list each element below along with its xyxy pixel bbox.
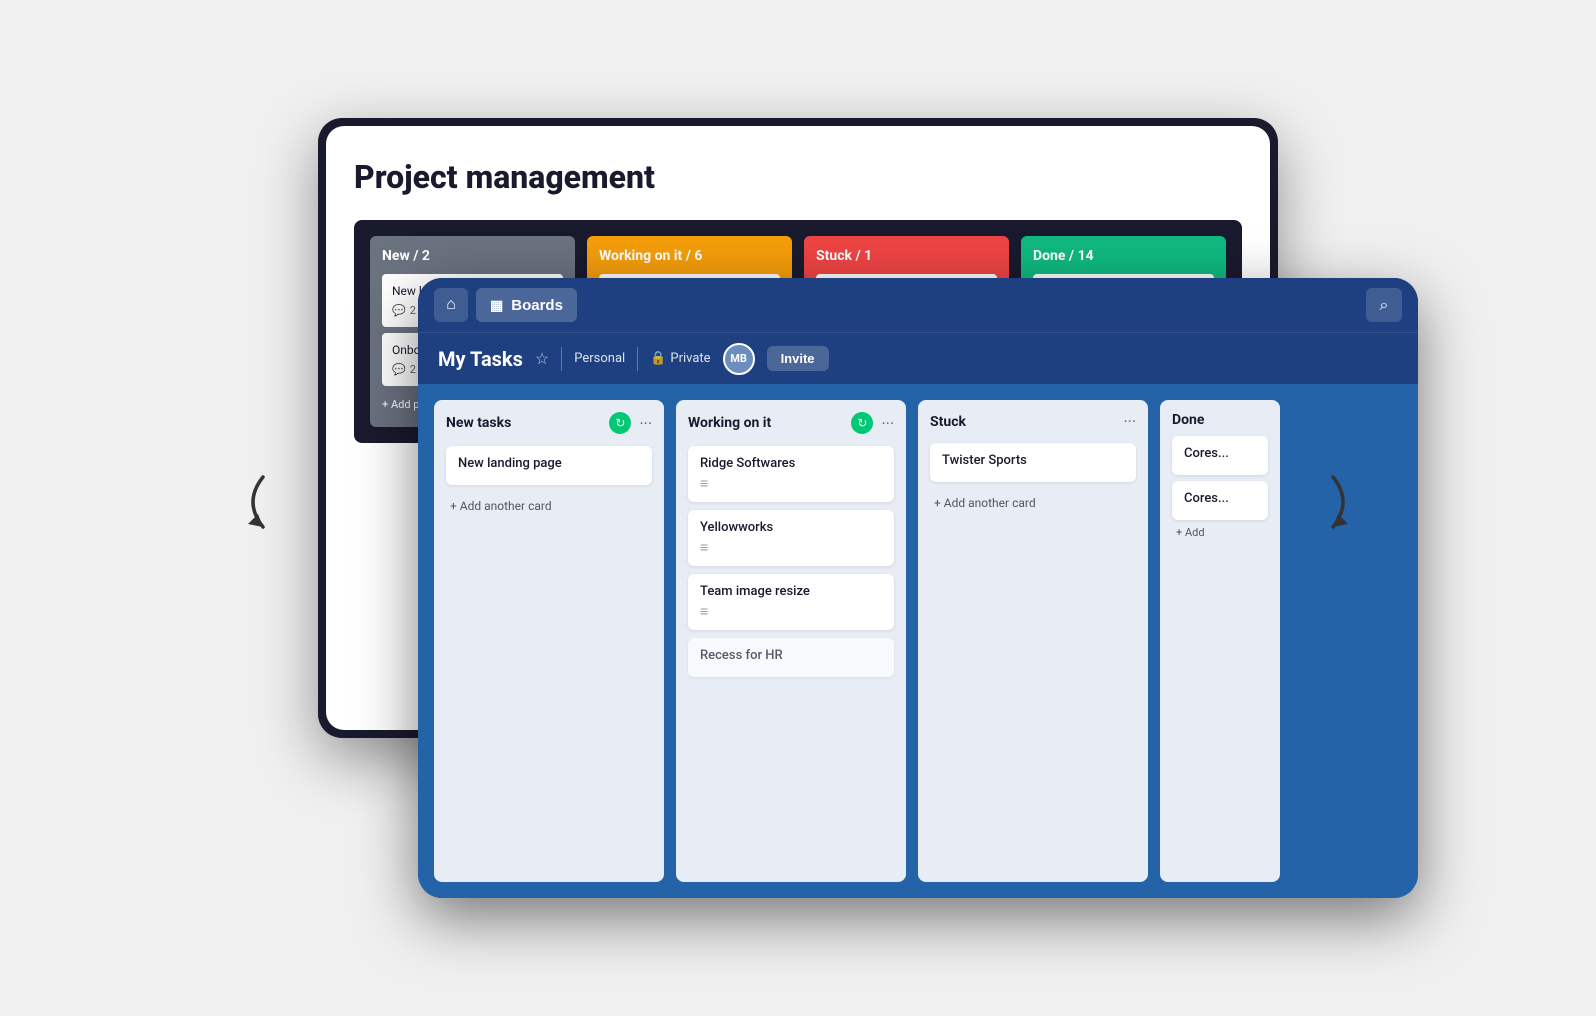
new-tasks-actions: ↻ ··· — [609, 412, 652, 434]
stuck-title: Stuck — [930, 414, 966, 430]
front-col-new-tasks: New tasks ↻ ··· New landing page + Add a… — [434, 400, 664, 882]
front-card-recess[interactable]: Recess for HR — [688, 638, 894, 677]
done-add-card-button[interactable]: + Add — [1172, 520, 1268, 545]
lock-icon: 🔒 — [650, 351, 666, 366]
front-card-core1-title: Cores... — [1184, 446, 1256, 461]
front-card-yellowworks[interactable]: Yellowworks ≡ — [688, 510, 894, 566]
front-col-done-partial: Done Cores... Cores... + Add — [1160, 400, 1280, 882]
left-arrow[interactable] — [228, 472, 278, 544]
nav-search-button[interactable]: ⌕ — [1366, 288, 1402, 322]
working-refresh-icon: ↻ — [851, 412, 873, 434]
personal-label: Personal — [574, 351, 625, 366]
back-col-done-header: Done / 14 — [1033, 248, 1214, 264]
kanban-front-board: New tasks ↻ ··· New landing page + Add a… — [418, 384, 1418, 898]
front-card-core2[interactable]: Cores... — [1172, 481, 1268, 520]
working-actions: ↻ ··· — [851, 412, 894, 434]
stuck-add-card-button[interactable]: + Add another card — [930, 490, 1136, 516]
toolbar-divider-2 — [637, 347, 638, 371]
boards-label: Boards — [511, 297, 563, 314]
front-card-new-landing-title: New landing page — [458, 456, 640, 471]
working-more-icon[interactable]: ··· — [881, 414, 894, 433]
front-card-twister[interactable]: Twister Sports — [930, 443, 1136, 482]
front-card-twister-title: Twister Sports — [942, 453, 1124, 468]
home-icon: ⌂ — [446, 296, 456, 314]
search-icon: ⌕ — [1380, 295, 1389, 315]
done-title: Done — [1172, 412, 1204, 428]
ridge-card-lines: ≡ — [700, 475, 882, 492]
front-nav: ⌂ ▦ Boards ⌕ — [418, 278, 1418, 332]
front-card-new-landing[interactable]: New landing page — [446, 446, 652, 485]
front-card-core1[interactable]: Cores... — [1172, 436, 1268, 475]
star-icon[interactable]: ☆ — [535, 349, 549, 368]
board-title: My Tasks — [438, 347, 523, 371]
new-tasks-add-card-button[interactable]: + Add another card — [446, 493, 652, 519]
scene: Project management New / 2 New landing p… — [198, 58, 1398, 958]
front-col-new-tasks-header: New tasks ↻ ··· — [446, 412, 652, 434]
front-col-stuck-header: Stuck ··· — [930, 412, 1136, 431]
front-col-working: Working on it ↻ ··· Ridge Softwares ≡ Ye… — [676, 400, 906, 882]
front-card-team-image[interactable]: Team image resize ≡ — [688, 574, 894, 630]
tablet-front: ⌂ ▦ Boards ⌕ My Tasks ☆ Personal 🔒 Priva… — [418, 278, 1418, 898]
right-arrow[interactable] — [1318, 472, 1368, 544]
stuck-actions: ··· — [1123, 412, 1136, 431]
front-card-ridge-title: Ridge Softwares — [700, 456, 882, 471]
back-col-working-header: Working on it / 6 — [599, 248, 780, 264]
boards-icon: ▦ — [490, 297, 503, 314]
personal-tag: Personal — [574, 351, 625, 366]
invite-button[interactable]: Invite — [767, 346, 829, 371]
nav-home-button[interactable]: ⌂ — [434, 288, 468, 322]
private-tag: 🔒 Private — [650, 351, 710, 366]
front-col-stuck: Stuck ··· Twister Sports + Add another c… — [918, 400, 1148, 882]
front-card-recess-title: Recess for HR — [700, 648, 882, 663]
team-image-card-lines: ≡ — [700, 603, 882, 620]
stuck-more-icon[interactable]: ··· — [1123, 412, 1136, 431]
new-tasks-more-icon[interactable]: ··· — [639, 414, 652, 433]
front-card-yellowworks-title: Yellowworks — [700, 520, 882, 535]
nav-boards-button[interactable]: ▦ Boards — [476, 288, 577, 322]
new-tasks-title: New tasks — [446, 415, 511, 431]
pm-title: Project management — [354, 158, 1242, 196]
yellowworks-card-lines: ≡ — [700, 539, 882, 556]
back-col-stuck-header: Stuck / 1 — [816, 248, 997, 264]
avatar: MB — [723, 343, 755, 375]
front-card-ridge[interactable]: Ridge Softwares ≡ — [688, 446, 894, 502]
front-col-working-header: Working on it ↻ ··· — [688, 412, 894, 434]
front-toolbar: My Tasks ☆ Personal 🔒 Private MB Invite — [418, 332, 1418, 384]
working-title: Working on it — [688, 415, 771, 431]
toolbar-divider-1 — [561, 347, 562, 371]
back-col-new-header: New / 2 — [382, 248, 563, 264]
private-label: Private — [670, 351, 710, 366]
front-col-done-header: Done — [1172, 412, 1268, 428]
front-card-team-image-title: Team image resize — [700, 584, 882, 599]
new-tasks-refresh-icon: ↻ — [609, 412, 631, 434]
front-card-core2-title: Cores... — [1184, 491, 1256, 506]
